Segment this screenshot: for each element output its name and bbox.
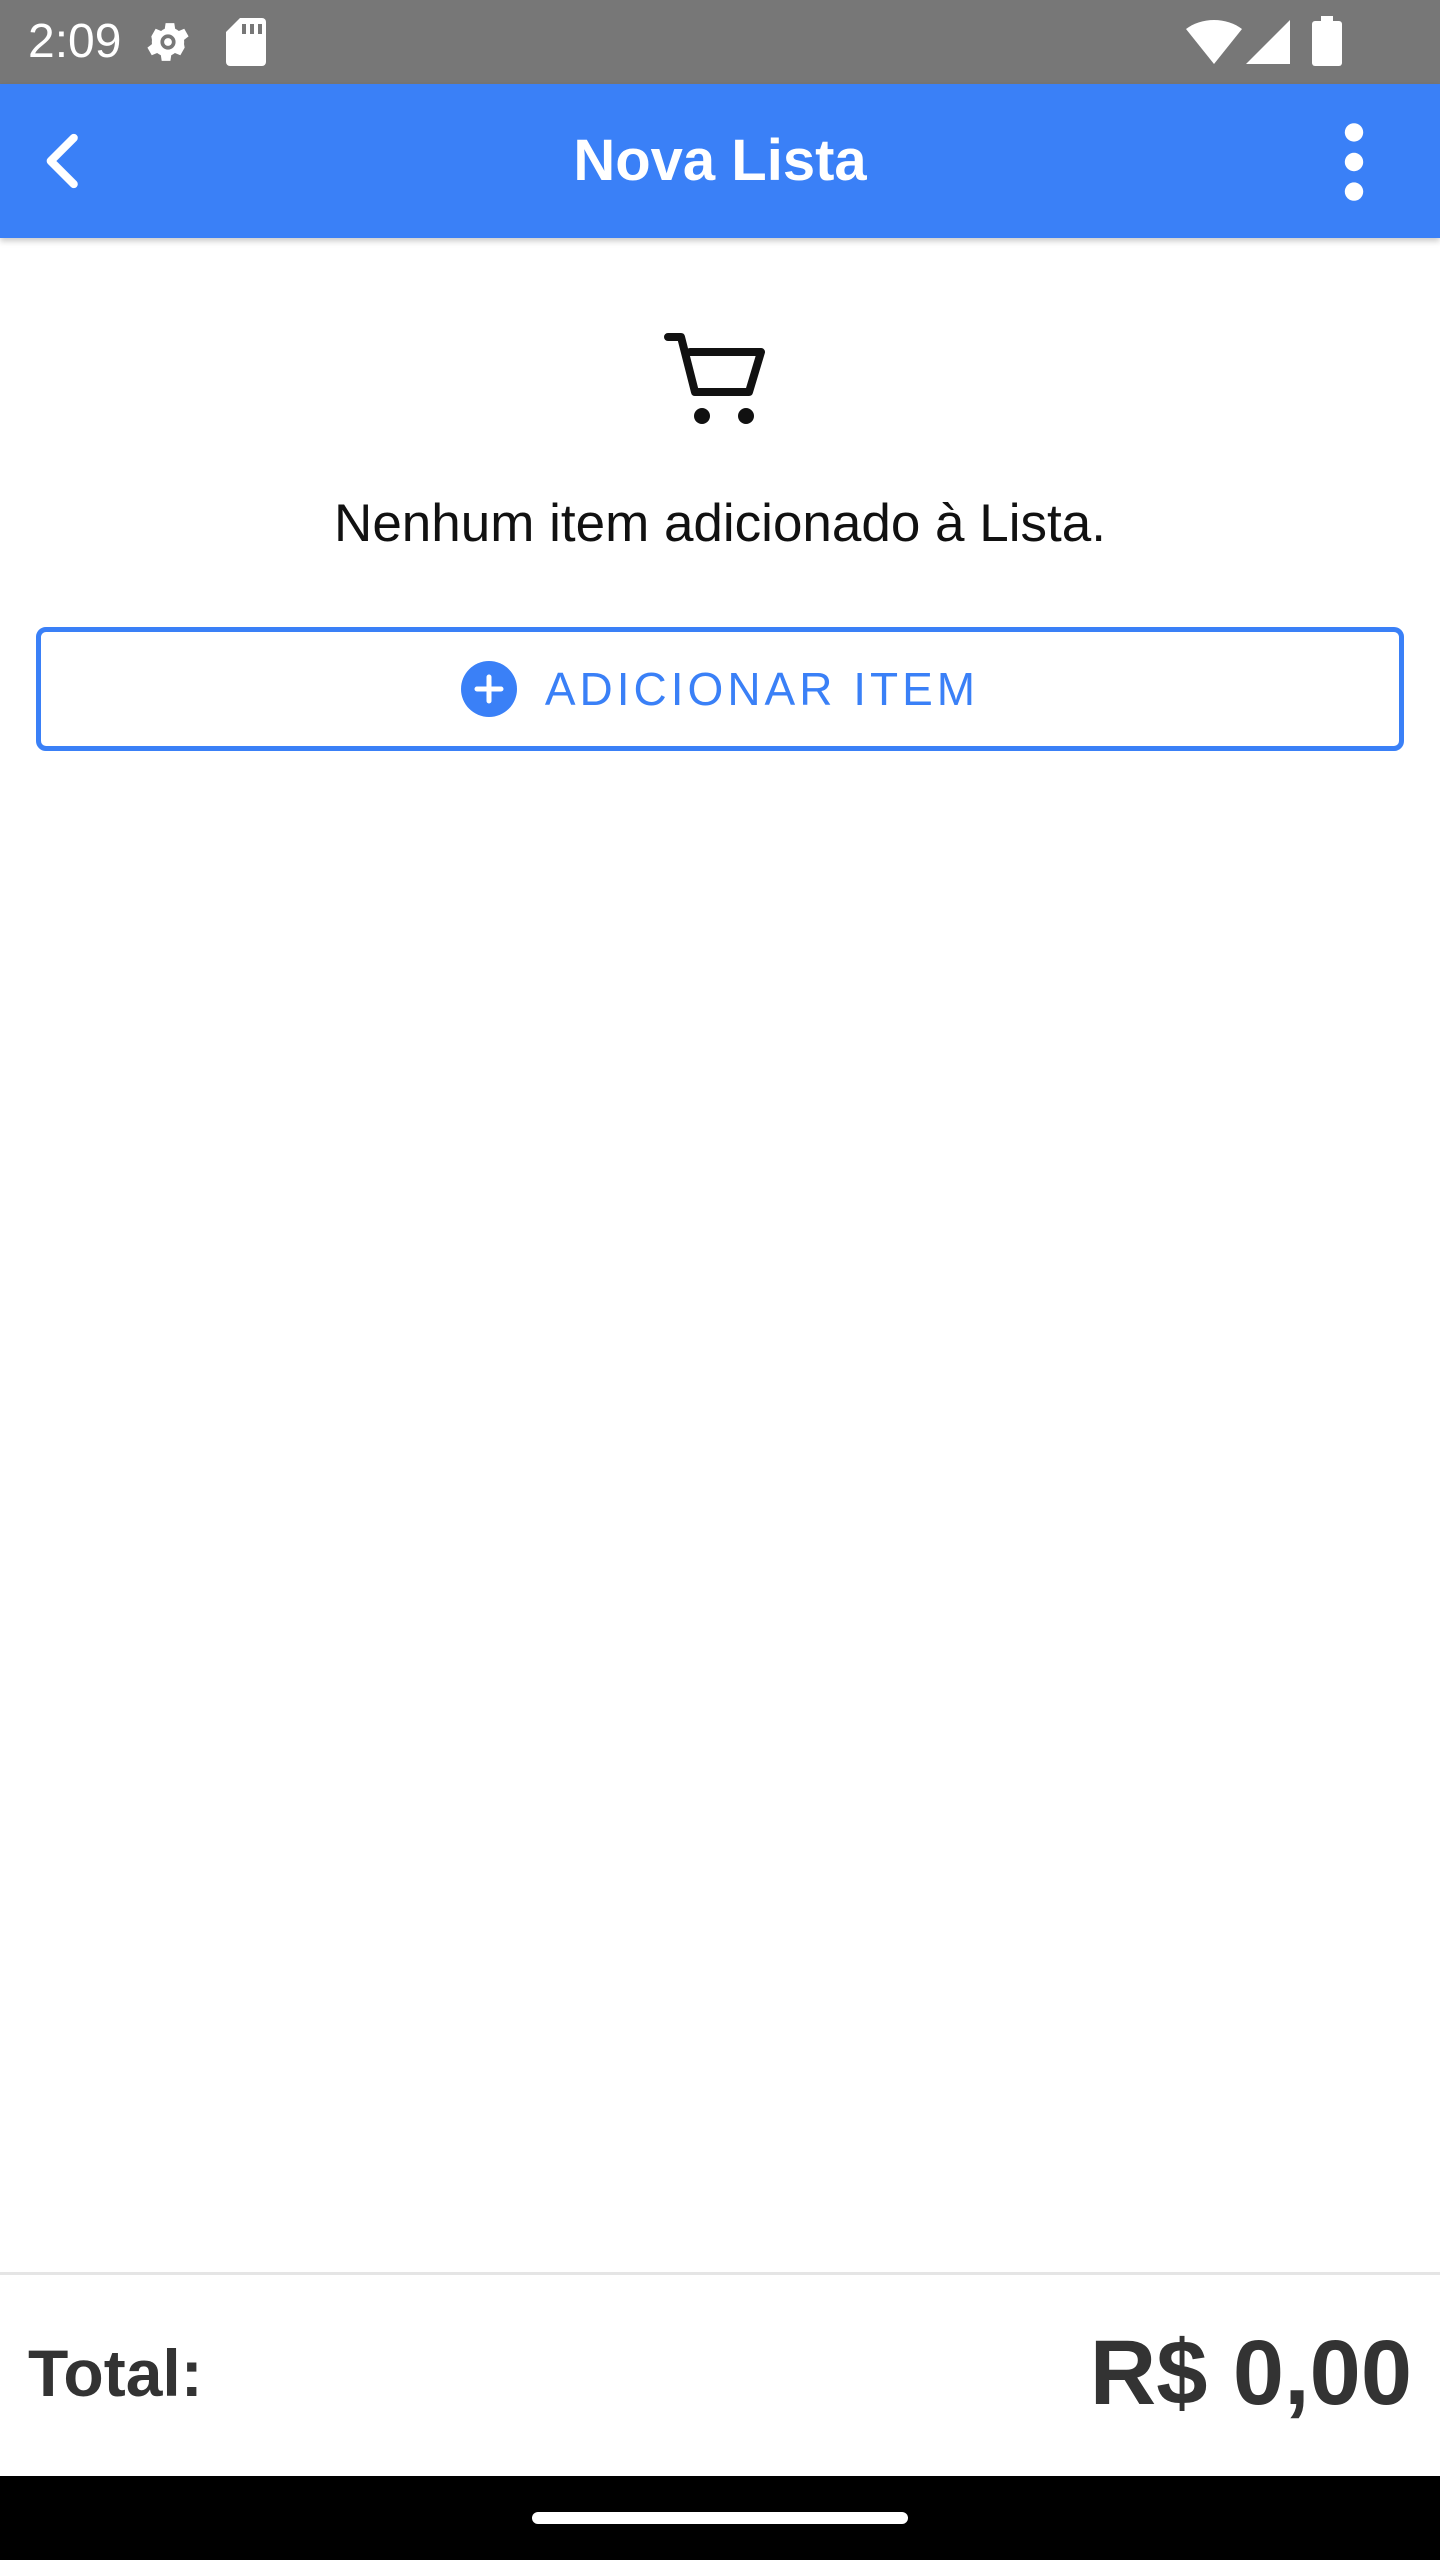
total-label: Total: <box>28 2336 203 2410</box>
more-options-button[interactable] <box>1322 122 1386 202</box>
total-footer: Total: R$ 0,00 <box>0 2272 1440 2479</box>
add-circle-icon <box>460 661 517 717</box>
status-bar: 2:09 <box>0 0 1440 84</box>
wifi-icon <box>1186 20 1242 64</box>
add-item-button[interactable]: ADICIONAR ITEM <box>36 627 1404 751</box>
add-item-label: ADICIONAR ITEM <box>544 663 980 715</box>
sd-card-icon <box>226 18 266 66</box>
status-time: 2:09 <box>28 15 122 68</box>
settings-gear-icon <box>147 23 189 61</box>
page-title: Nova Lista <box>573 128 867 193</box>
shopping-cart-icon <box>664 333 765 424</box>
battery-icon <box>1312 16 1342 66</box>
empty-list-message: Nenhum item adicionado à Lista. <box>334 494 1106 553</box>
cell-signal-icon <box>1246 20 1290 64</box>
total-value: R$ 0,00 <box>1089 2322 1412 2424</box>
system-nav-bar <box>0 2476 1440 2560</box>
app-bar: Nova Lista <box>0 84 1440 238</box>
home-indicator[interactable] <box>532 2512 908 2524</box>
